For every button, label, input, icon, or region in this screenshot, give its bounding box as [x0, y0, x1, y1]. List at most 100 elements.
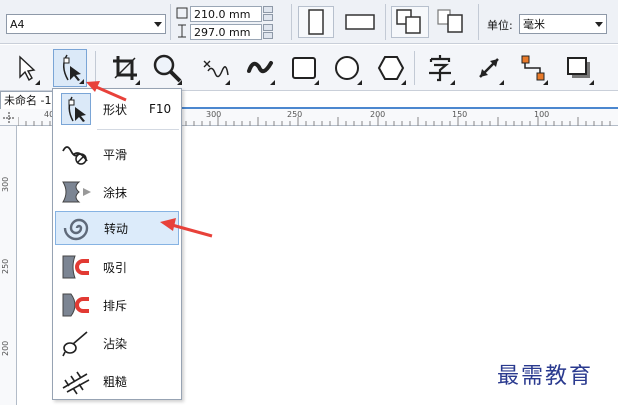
attract-icon — [55, 250, 97, 284]
all-pages-icon — [396, 9, 421, 34]
pick-tool[interactable] — [8, 49, 42, 87]
units-select[interactable]: 毫米 — [519, 14, 607, 34]
flyout-indicator — [270, 80, 275, 85]
shape-tool-flyout: 形状 F10 平滑 涂抹 转动 吸引 排斥 沾染 粗糙 — [52, 88, 182, 400]
hexagon-icon — [377, 56, 405, 80]
current-page-icon — [437, 9, 463, 33]
ruler-label: 150 — [452, 110, 468, 119]
artistic-media-tool[interactable] — [243, 49, 277, 87]
connector-icon — [521, 55, 545, 81]
separator — [291, 4, 292, 40]
document-tab[interactable]: 未命名 -1 — [0, 91, 60, 109]
rectangle-icon — [292, 57, 316, 79]
landscape-button[interactable] — [340, 6, 380, 38]
smooth-icon — [55, 137, 97, 171]
annotation-arrow-icon — [160, 218, 213, 238]
rectangle-tool[interactable] — [287, 49, 321, 87]
menu-item-roughen[interactable]: 粗糙 — [55, 364, 179, 398]
flyout-indicator — [401, 80, 406, 85]
units-value: 毫米 — [523, 18, 545, 31]
page-height-value: 297.0 mm — [194, 25, 251, 39]
page-width-field[interactable]: 210.0 mm — [190, 6, 262, 22]
flyout-indicator — [314, 80, 319, 85]
drop-shadow-icon — [567, 57, 590, 78]
units-label: 单位: — [487, 19, 513, 32]
flyout-indicator — [357, 80, 362, 85]
drop-shadow-tool[interactable] — [562, 49, 596, 87]
ruler-label: 250 — [287, 110, 303, 119]
ruler-label: 300 — [206, 110, 222, 119]
freehand-tool[interactable] — [198, 49, 232, 87]
portrait-icon — [308, 9, 324, 35]
text-tool[interactable] — [423, 49, 457, 87]
flyout-indicator — [450, 80, 455, 85]
smear-icon — [55, 175, 97, 209]
flyout-indicator — [35, 80, 40, 85]
menu-item-shortcut: F10 — [149, 102, 172, 116]
ruler-origin-icon — [3, 112, 15, 124]
menu-separator — [97, 129, 179, 130]
menu-item-label: 平滑 — [103, 147, 128, 162]
ruler-label: 200 — [1, 340, 10, 356]
text-char-icon — [429, 55, 451, 82]
flyout-indicator — [177, 80, 182, 85]
width-spin-down[interactable] — [263, 14, 273, 21]
vertical-ruler: 300 250 200 — [0, 126, 17, 405]
height-spin-up[interactable] — [263, 24, 273, 31]
menu-item-attract[interactable]: 吸引 — [55, 250, 179, 284]
menu-item-repel[interactable]: 排斥 — [55, 288, 179, 322]
watermark-text: 最需教育 — [497, 364, 594, 389]
menu-item-label: 排斥 — [103, 298, 128, 313]
flyout-indicator — [135, 80, 140, 85]
chevron-down-icon — [154, 22, 162, 27]
flyout-indicator — [225, 80, 230, 85]
menu-item-smooth[interactable]: 平滑 — [55, 137, 179, 171]
document-tab-title: 未命名 -1 — [4, 94, 52, 107]
chevron-down-icon — [595, 22, 603, 27]
height-icon — [178, 24, 186, 38]
menu-item-label: 吸引 — [103, 260, 128, 275]
repel-icon — [55, 288, 97, 322]
ruler-label: 100 — [534, 110, 550, 119]
menu-item-smear[interactable]: 涂抹 — [55, 175, 179, 209]
property-bar: A4 210.0 mm 297.0 mm 单位: 毫米 — [0, 0, 618, 44]
flyout-indicator — [589, 80, 594, 85]
menu-item-label: 粗糙 — [103, 374, 128, 389]
page-size-select[interactable]: A4 — [6, 14, 166, 34]
annotation-arrow-icon — [86, 81, 127, 102]
page-width-value: 210.0 mm — [194, 7, 251, 21]
brush-stroke-icon — [247, 61, 273, 74]
ruler-label: 300 — [1, 176, 10, 192]
portrait-button[interactable] — [298, 6, 334, 38]
separator — [478, 4, 479, 40]
ellipse-tool[interactable] — [330, 49, 364, 87]
ruler-label: 200 — [370, 110, 386, 119]
width-icon — [176, 7, 188, 19]
separator — [170, 4, 171, 40]
ellipse-icon — [335, 56, 359, 80]
dimension-tool[interactable] — [472, 49, 506, 87]
landscape-icon — [345, 14, 375, 30]
page-height-field[interactable]: 297.0 mm — [190, 24, 262, 40]
page-size-value: A4 — [10, 17, 25, 31]
height-spin-down[interactable] — [263, 32, 273, 39]
current-page-button[interactable] — [434, 6, 472, 38]
menu-item-smudge[interactable]: 沾染 — [55, 326, 179, 360]
polygon-tool[interactable] — [374, 49, 408, 87]
separator — [385, 4, 386, 40]
twirl-icon — [56, 211, 98, 245]
flyout-indicator — [499, 80, 504, 85]
dimension-icon — [479, 58, 499, 78]
menu-item-label: 转动 — [104, 221, 129, 236]
width-spin-up[interactable] — [263, 6, 273, 13]
flyout-indicator — [543, 80, 548, 85]
smudge-icon — [55, 326, 97, 360]
freehand-icon — [203, 60, 229, 78]
zoom-tool[interactable] — [150, 49, 184, 87]
connector-tool[interactable] — [516, 49, 550, 87]
ruler-label: 250 — [1, 258, 10, 274]
roughen-icon — [55, 364, 97, 398]
menu-item-label: 沾染 — [103, 336, 128, 351]
separator — [414, 51, 415, 85]
all-pages-button[interactable] — [391, 6, 429, 38]
